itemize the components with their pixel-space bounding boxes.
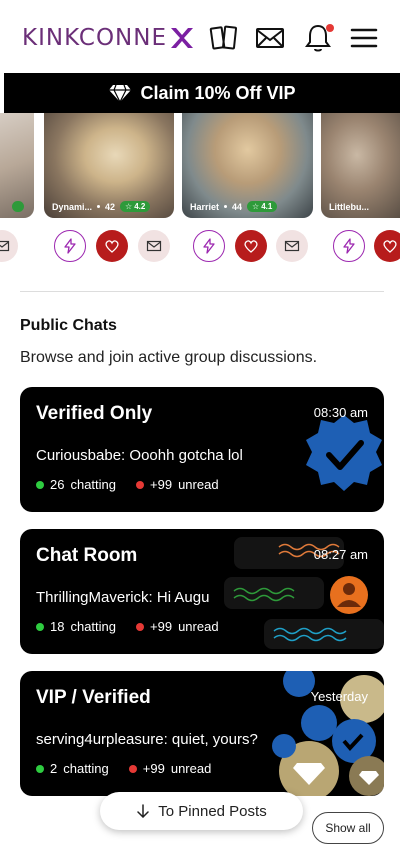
mail-icon — [0, 240, 10, 252]
like-button[interactable] — [374, 230, 400, 262]
chat-room-title: Verified Only — [36, 403, 153, 424]
public-chats-subtitle: Browse and join active group discussions… — [20, 349, 318, 366]
notification-dot — [326, 24, 334, 32]
cards-icon[interactable] — [208, 22, 240, 54]
chat-room-title: VIP / Verified — [36, 687, 151, 708]
logo-x-icon — [171, 28, 194, 48]
vip-offer-banner[interactable]: Claim 10% Off VIP — [4, 73, 400, 113]
unread-count: +99 — [150, 619, 173, 634]
unread-label: unread — [178, 477, 219, 492]
online-dot — [36, 764, 44, 773]
chat-room-time: 08:30 am — [313, 405, 368, 420]
online-dot — [36, 622, 44, 631]
flash-button[interactable] — [54, 230, 86, 262]
chat-room-card[interactable]: Chat Room 08:27 am ThrillingMaverick: Hi… — [20, 529, 384, 654]
rating-badge — [12, 201, 25, 212]
chat-room-title: Chat Room — [36, 545, 138, 566]
flash-button[interactable] — [333, 230, 365, 262]
logo[interactable]: KINKCONNE — [22, 24, 195, 52]
last-message-user: Curiousbabe: — [36, 447, 126, 464]
unread-count: +99 — [150, 477, 173, 492]
chatting-label: chatting — [63, 761, 109, 776]
vip-banner-label: Claim 10% Off VIP — [140, 82, 296, 103]
profile-card-littlebu[interactable]: Littlebu... — [321, 113, 400, 218]
chat-room-card[interactable]: VIP / Verified Yesterday serving4urpleas… — [20, 671, 384, 796]
mail-icon — [284, 240, 300, 252]
profile-age: 42 — [105, 201, 116, 212]
unread-count: +99 — [142, 761, 165, 776]
heart-icon — [105, 240, 119, 253]
diamond-icon — [109, 84, 132, 103]
chatting-count: 2 — [50, 761, 58, 776]
unread-label: unread — [170, 761, 212, 776]
chatting-label: chatting — [70, 619, 117, 634]
mail-icon[interactable] — [254, 22, 286, 54]
online-dot — [36, 480, 44, 489]
bell-icon[interactable] — [302, 22, 334, 54]
to-pinned-posts-label: To Pinned Posts — [158, 802, 267, 820]
last-message-user: ThrillingMaverick: — [36, 589, 153, 606]
unread-dot — [136, 480, 145, 489]
chat-room-time: Yesterday — [310, 689, 368, 704]
chatting-count: 26 — [50, 477, 65, 492]
flash-button[interactable] — [193, 230, 225, 262]
chat-room-stats: 2 chatting +99 unread — [36, 761, 211, 776]
chat-room-time: 08:27 am — [313, 547, 368, 562]
message-button[interactable] — [276, 230, 308, 262]
chat-room-card[interactable]: Verified Only 08:30 am Curiousbabe: Oooh… — [20, 387, 384, 512]
profile-name: Littlebu... — [329, 202, 369, 212]
rating-badge: ☆ 4.2 — [120, 201, 151, 212]
profile-card-dynami[interactable]: Dynami... 42 ☆ 4.2 — [44, 113, 174, 218]
arrow-down-icon — [137, 804, 150, 818]
last-message-text: quiet, yours? — [171, 731, 258, 748]
like-button[interactable] — [96, 230, 128, 262]
like-button[interactable] — [235, 230, 267, 262]
heart-icon — [244, 240, 258, 253]
profile-name: Dynami... — [52, 201, 93, 212]
chat-room-stats: 26 chatting +99 unread — [36, 477, 219, 492]
logo-text: KINKCONNE — [22, 25, 168, 51]
profile-age: 44 — [232, 201, 243, 212]
unread-dot — [136, 622, 145, 631]
profile-card-harriet[interactable]: Harriet 44 ☆ 4.1 — [182, 113, 313, 218]
last-message-user: serving4urpleasure: — [36, 731, 168, 748]
chat-room-last-message: serving4urpleasure: quiet, yours? — [36, 731, 258, 748]
message-button[interactable] — [0, 230, 18, 262]
message-button[interactable] — [138, 230, 170, 262]
mail-icon — [146, 240, 162, 252]
section-divider — [20, 291, 384, 292]
app-header: KINKCONNE — [0, 0, 400, 72]
last-message-text: Hi Augu — [156, 589, 210, 606]
last-message-text: Ooohh gotcha lol — [129, 447, 243, 464]
chat-room-last-message: Curiousbabe: Ooohh gotcha lol — [36, 447, 243, 464]
lightning-icon — [203, 238, 215, 254]
heart-icon — [383, 240, 397, 253]
rating-badge: ☆ 4.1 — [247, 201, 278, 212]
unread-dot — [128, 764, 137, 773]
show-all-button[interactable]: Show all — [312, 812, 384, 844]
to-pinned-posts-button[interactable]: To Pinned Posts — [100, 792, 303, 830]
lightning-icon — [64, 238, 76, 254]
profile-name: Harriet — [190, 201, 220, 212]
unread-label: unread — [178, 619, 219, 634]
public-chats-title: Public Chats — [20, 317, 117, 334]
lightning-icon — [343, 238, 355, 254]
chatting-count: 18 — [50, 619, 65, 634]
profile-card[interactable] — [0, 113, 34, 218]
chat-room-last-message: ThrillingMaverick: Hi Augu — [36, 589, 209, 606]
chat-room-stats: 18 chatting +99 unread — [36, 619, 219, 634]
chatting-label: chatting — [70, 477, 117, 492]
profile-carousel[interactable]: Dynami... 42 ☆ 4.2 Harriet 44 ☆ 4.1 Litt… — [0, 113, 400, 273]
menu-icon[interactable] — [348, 22, 380, 54]
